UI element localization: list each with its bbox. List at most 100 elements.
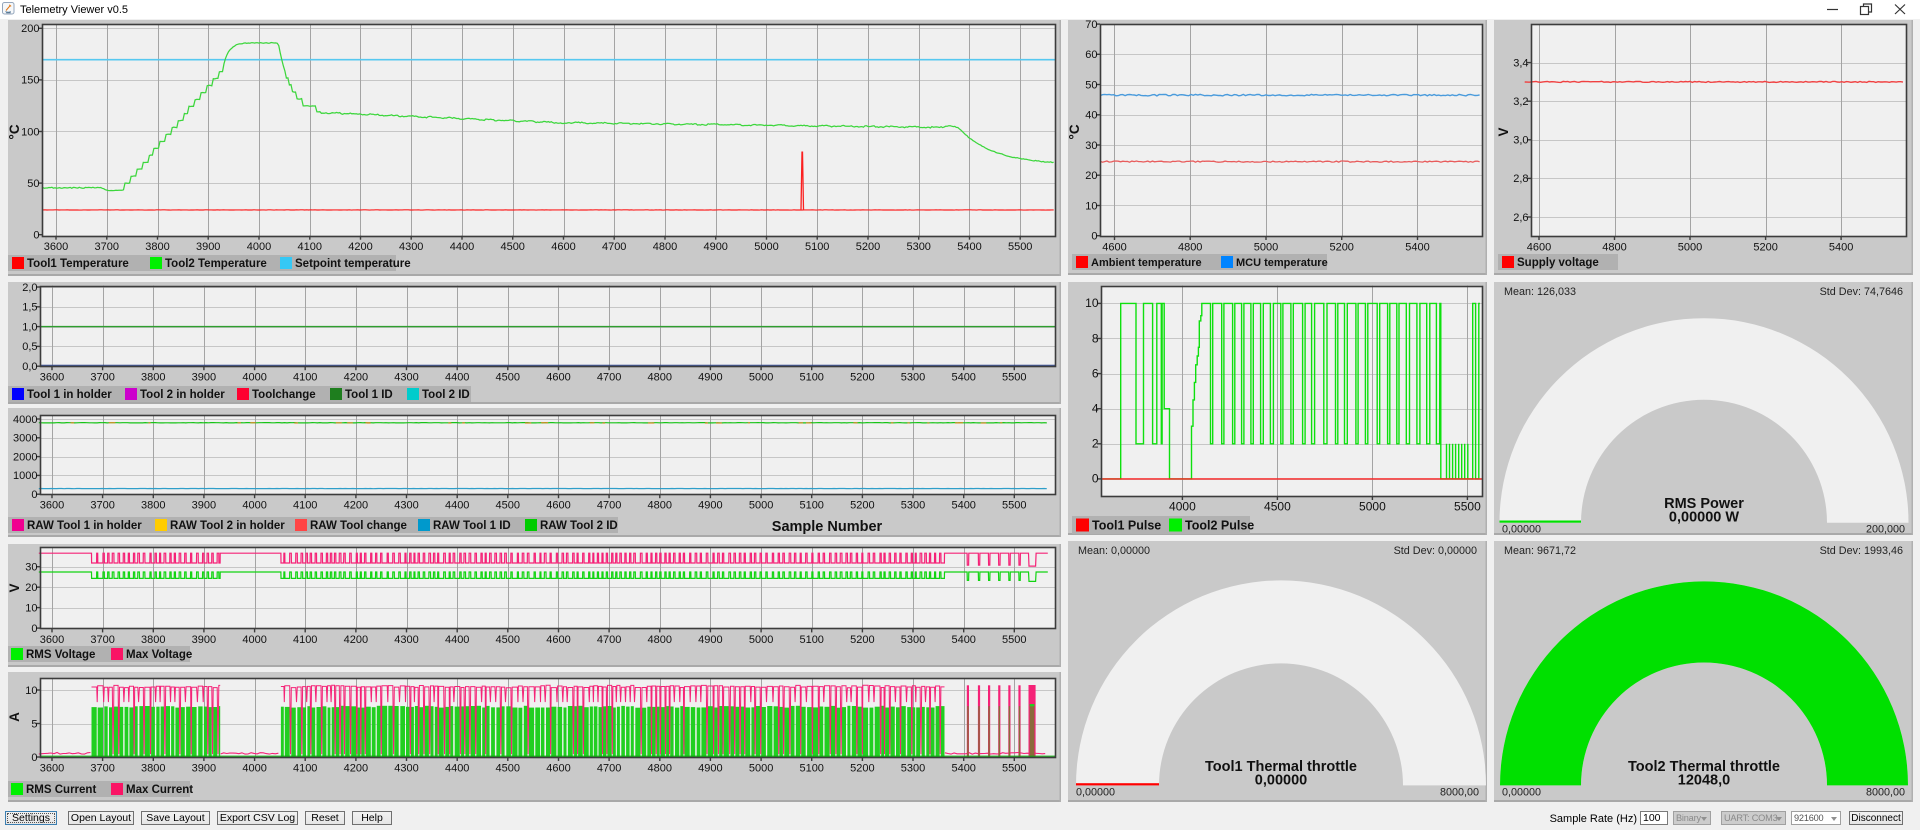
svg-text:Max Current: Max Current: [126, 784, 193, 796]
svg-text:3800: 3800: [141, 500, 165, 512]
svg-text:Setpoint temperature: Setpoint temperature: [295, 258, 411, 270]
svg-text:V: V: [1496, 127, 1511, 136]
svg-text:4400: 4400: [445, 763, 469, 775]
svg-text:Tool1 Temperature: Tool1 Temperature: [27, 258, 129, 270]
svg-text:4800: 4800: [648, 634, 672, 646]
svg-text:0,00000: 0,00000: [1255, 772, 1307, 788]
svg-text:5200: 5200: [856, 241, 880, 253]
svg-text:5400: 5400: [951, 372, 975, 384]
svg-text:3700: 3700: [90, 634, 114, 646]
svg-text:4700: 4700: [597, 500, 621, 512]
svg-text:60: 60: [1085, 49, 1097, 61]
svg-text:1,5: 1,5: [22, 302, 37, 314]
svg-text:0,5: 0,5: [22, 341, 37, 353]
svg-text:Ambient temperature: Ambient temperature: [1091, 257, 1202, 269]
svg-text:Mean: 9671,72: Mean: 9671,72: [1504, 545, 1576, 557]
svg-text:5400: 5400: [1829, 242, 1853, 254]
svg-text:4600: 4600: [546, 763, 570, 775]
svg-text:1000: 1000: [13, 470, 37, 482]
svg-text:4000: 4000: [1169, 500, 1196, 514]
svg-text:5000: 5000: [754, 241, 778, 253]
svg-text:4800: 4800: [1178, 242, 1202, 254]
svg-text:4300: 4300: [394, 763, 418, 775]
svg-text:2000: 2000: [13, 451, 37, 463]
svg-text:4000: 4000: [13, 414, 37, 426]
svg-text:5000: 5000: [1254, 242, 1278, 254]
svg-text:4000: 4000: [242, 634, 266, 646]
svg-text:3600: 3600: [40, 763, 64, 775]
svg-text:Toolchange: Toolchange: [252, 389, 316, 401]
svg-text:2: 2: [1092, 437, 1099, 451]
svg-text:5000: 5000: [1678, 242, 1702, 254]
svg-text:RAW Tool 1 ID: RAW Tool 1 ID: [433, 520, 511, 532]
svg-text:4700: 4700: [602, 241, 626, 253]
svg-text:30: 30: [25, 562, 37, 574]
svg-text:4200: 4200: [348, 241, 372, 253]
svg-text:5000: 5000: [749, 634, 773, 646]
svg-text:3600: 3600: [40, 634, 64, 646]
svg-text:Std Dev: 0,00000: Std Dev: 0,00000: [1394, 545, 1477, 557]
svg-text:8000,00: 8000,00: [1440, 786, 1479, 798]
svg-text:5100: 5100: [799, 763, 823, 775]
svg-text:RMS Current: RMS Current: [26, 784, 96, 796]
svg-text:4900: 4900: [698, 763, 722, 775]
svg-text:5100: 5100: [799, 634, 823, 646]
svg-text:5200: 5200: [850, 372, 874, 384]
svg-text:4500: 4500: [496, 763, 520, 775]
svg-text:5000: 5000: [749, 372, 773, 384]
svg-text:5400: 5400: [1405, 242, 1429, 254]
svg-text:Mean: 126,033: Mean: 126,033: [1504, 286, 1576, 298]
svg-text:RAW Tool change: RAW Tool change: [310, 520, 407, 532]
svg-text:4900: 4900: [703, 241, 727, 253]
svg-text:5300: 5300: [901, 634, 925, 646]
svg-text:3600: 3600: [40, 372, 64, 384]
svg-text:Std Dev: 1993,46: Std Dev: 1993,46: [1820, 545, 1903, 557]
svg-text:3,0: 3,0: [1513, 135, 1528, 147]
svg-text:5100: 5100: [805, 241, 829, 253]
svg-text:20: 20: [25, 582, 37, 594]
svg-text:4800: 4800: [648, 500, 672, 512]
svg-text:40: 40: [1085, 110, 1097, 122]
svg-text:4300: 4300: [399, 241, 423, 253]
svg-text:5300: 5300: [901, 372, 925, 384]
svg-text:Tool2 Pulse: Tool2 Pulse: [1185, 519, 1254, 533]
svg-text:4700: 4700: [597, 372, 621, 384]
svg-text:Tool 1 in holder: Tool 1 in holder: [27, 389, 112, 401]
svg-text:4600: 4600: [546, 634, 570, 646]
svg-text:5100: 5100: [799, 500, 823, 512]
svg-text:4400: 4400: [445, 372, 469, 384]
svg-text:5500: 5500: [1008, 241, 1032, 253]
svg-text:3900: 3900: [192, 372, 216, 384]
svg-text:30: 30: [1085, 140, 1097, 152]
svg-text:5300: 5300: [901, 763, 925, 775]
svg-text:4600: 4600: [546, 372, 570, 384]
svg-text:10: 10: [1085, 296, 1099, 310]
svg-text:Supply voltage: Supply voltage: [1517, 257, 1599, 269]
svg-text:2,0: 2,0: [22, 282, 37, 294]
svg-text:4800: 4800: [1602, 242, 1626, 254]
svg-text:3600: 3600: [40, 500, 64, 512]
svg-text:3800: 3800: [141, 634, 165, 646]
svg-text:4700: 4700: [597, 634, 621, 646]
svg-text:0: 0: [33, 230, 39, 242]
svg-text:5200: 5200: [1329, 242, 1353, 254]
svg-text:Max Voltage: Max Voltage: [126, 649, 192, 661]
svg-text:5400: 5400: [951, 763, 975, 775]
svg-text:4000: 4000: [247, 241, 271, 253]
svg-text:5400: 5400: [957, 241, 981, 253]
svg-text:8000,00: 8000,00: [1866, 786, 1905, 798]
svg-text:RAW Tool 1 in holder: RAW Tool 1 in holder: [27, 520, 142, 532]
svg-text:4900: 4900: [698, 500, 722, 512]
svg-text:5000: 5000: [749, 763, 773, 775]
svg-text:0,00000: 0,00000: [1076, 786, 1115, 798]
svg-text:5200: 5200: [850, 763, 874, 775]
svg-text:3900: 3900: [192, 500, 216, 512]
svg-text:0,00000: 0,00000: [1502, 786, 1541, 798]
svg-text:3900: 3900: [192, 634, 216, 646]
svg-text:5000: 5000: [1359, 500, 1386, 514]
svg-text:50: 50: [27, 178, 39, 190]
svg-text:5: 5: [31, 718, 37, 730]
svg-text:3000: 3000: [13, 433, 37, 445]
svg-text:6: 6: [1092, 366, 1099, 380]
svg-text:RAW Tool 2 ID: RAW Tool 2 ID: [540, 520, 618, 532]
